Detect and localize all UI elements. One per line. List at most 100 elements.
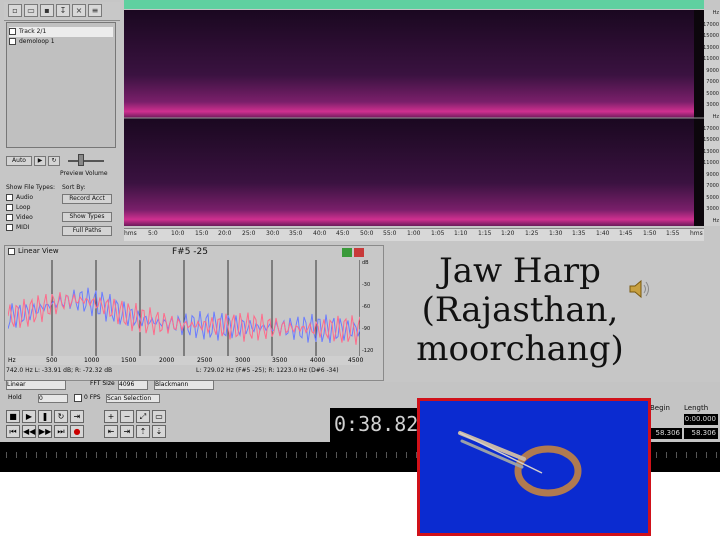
frequency-analysis-header: Linear View F#5 -25	[6, 247, 382, 259]
insert-icon[interactable]: ↧	[56, 4, 70, 17]
level-tick	[406, 452, 407, 458]
freq-tick-label: Hz	[712, 218, 719, 224]
play-loop-button[interactable]: ↻	[54, 410, 68, 423]
channel-l-button[interactable]	[342, 248, 352, 257]
file-type-option[interactable]: Audio	[6, 194, 33, 201]
spectrogram[interactable]	[124, 10, 704, 226]
volume-slider-track[interactable]	[68, 160, 104, 162]
ruler-tick-label: 45:0	[336, 230, 350, 237]
frequency-plot[interactable]	[8, 260, 360, 356]
auto-play-button[interactable]: Auto	[6, 156, 32, 166]
db-tick-label: -120	[362, 348, 374, 354]
file-panel-toolbar: ▫ ▭ ▪ ↧ × ≡	[4, 2, 120, 21]
level-tick	[56, 452, 57, 458]
length-total[interactable]: 58.306	[684, 428, 718, 439]
checkbox[interactable]	[9, 28, 16, 35]
cursor-right-readout: L: 729.02 Hz (F#5 -25); R: 1223.0 Hz (D#…	[196, 367, 339, 374]
record-button[interactable]: ●	[70, 425, 84, 438]
file-list[interactable]: Track 2/1 demoloop 1	[6, 22, 116, 148]
freq-x-tick-label: 3500	[272, 357, 288, 364]
play-to-end-button[interactable]: ⇥	[70, 410, 84, 423]
current-time: 0:38.82	[334, 412, 419, 436]
freq-tick-label: 13000	[703, 45, 719, 51]
loop-preview-button[interactable]: ↻	[48, 156, 60, 166]
ruler-tick-label: 1:00	[407, 230, 421, 237]
level-tick	[116, 452, 117, 458]
time-ruler[interactable]: hms 5:0 10:0 15:0 20:0 25:0 30:0 35:0 40:0 45:0 50…	[124, 228, 704, 241]
db-axis: dB -30 -60 -90 -120	[360, 260, 380, 356]
checkbox[interactable]	[6, 204, 13, 211]
ruler-tick-label: 55:0	[383, 230, 397, 237]
fast-forward-button[interactable]: ▶▶	[38, 425, 52, 438]
level-tick	[336, 452, 337, 458]
hold-input[interactable]: 0	[38, 394, 68, 403]
open-folder-icon[interactable]: ▭	[24, 4, 38, 17]
zoom-left-icon[interactable]: ⇤	[104, 425, 118, 438]
freq-tick-label: 9000	[706, 68, 719, 74]
freq-x-tick-label: 4500	[348, 357, 364, 364]
file-type-option[interactable]: Loop	[6, 204, 30, 211]
fps-checkbox[interactable]	[74, 394, 82, 402]
zoom-in-icon[interactable]: +	[104, 410, 118, 423]
checkbox[interactable]	[6, 224, 13, 231]
ruler-tick-label: 1:25	[525, 230, 539, 237]
zoom-full-icon[interactable]: ⤢	[136, 410, 150, 423]
pause-button[interactable]: ❚	[38, 410, 52, 423]
zoom-out-icon[interactable]: −	[120, 410, 134, 423]
freq-x-tick-label: 4000	[310, 357, 326, 364]
full-paths-button[interactable]: Full Paths	[62, 226, 112, 236]
freq-x-tick-label: Hz	[8, 357, 16, 364]
rewind-button[interactable]: ◀◀	[22, 425, 36, 438]
file-item[interactable]: demoloop 1	[9, 37, 55, 47]
level-tick	[386, 452, 387, 458]
level-tick	[706, 452, 707, 458]
level-tick	[266, 452, 267, 458]
zoom-out-vertical-icon[interactable]: ⇣	[152, 425, 166, 438]
save-icon[interactable]: ▪	[40, 4, 54, 17]
file-type-option[interactable]: MIDI	[6, 224, 29, 231]
ruler-tick-label: hms	[124, 230, 137, 237]
linear-view-checkbox[interactable]	[8, 248, 15, 255]
play-preview-button[interactable]: ▶	[34, 156, 46, 166]
checkbox[interactable]	[6, 214, 13, 221]
level-tick	[36, 452, 37, 458]
level-tick	[346, 452, 347, 458]
play-button[interactable]: ▶	[22, 410, 36, 423]
level-tick	[316, 452, 317, 458]
ruler-tick-label: 50:0	[360, 230, 374, 237]
level-tick	[716, 452, 717, 458]
speaker-icon[interactable]	[626, 276, 652, 302]
scan-selection-button[interactable]: Scan Selection	[106, 394, 160, 403]
go-to-end-button[interactable]: ⏭	[54, 425, 68, 438]
zoom-in-vertical-icon[interactable]: ⇡	[136, 425, 150, 438]
overview-timeline[interactable]	[124, 0, 704, 9]
length-value[interactable]: 0:00.000	[684, 414, 718, 425]
fft-size-select[interactable]: 4096	[118, 380, 148, 390]
zoom-right-icon[interactable]: ⇥	[120, 425, 134, 438]
level-tick	[666, 452, 667, 458]
checkbox[interactable]	[6, 194, 13, 201]
show-types-button[interactable]: Show Types	[62, 212, 112, 222]
stop-button[interactable]: ■	[6, 410, 20, 423]
file-type-option[interactable]: Video	[6, 214, 33, 221]
freq-tick-label: Hz	[712, 10, 719, 16]
zoom-selection-icon[interactable]: ▭	[152, 410, 166, 423]
sort-by-select[interactable]: Record Acct	[62, 194, 112, 204]
fft-scale-select[interactable]: Linear	[6, 380, 66, 390]
window-select[interactable]: Blackmann	[154, 380, 214, 390]
new-file-icon[interactable]: ▫	[8, 4, 22, 17]
close-file-icon[interactable]: ×	[72, 4, 86, 17]
level-tick	[686, 452, 687, 458]
begin-value[interactable]: 58.306	[648, 428, 682, 439]
volume-slider-thumb[interactable]	[78, 154, 84, 166]
level-tick	[396, 452, 397, 458]
file-item[interactable]: Track 2/1	[9, 27, 113, 37]
properties-icon[interactable]: ≡	[88, 4, 102, 17]
go-to-start-button[interactable]: ⏮	[6, 425, 20, 438]
begin-label: Begin	[650, 404, 670, 412]
jaw-harp-image	[458, 431, 582, 497]
level-tick	[366, 452, 367, 458]
level-tick	[256, 452, 257, 458]
checkbox[interactable]	[9, 38, 16, 45]
channel-r-button[interactable]	[354, 248, 364, 257]
